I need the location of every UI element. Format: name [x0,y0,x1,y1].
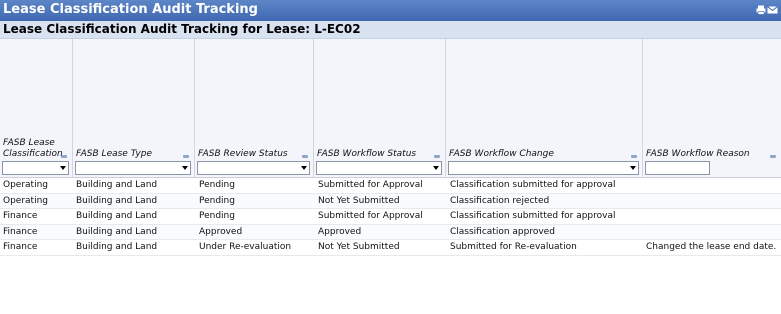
cell-workflow-status: Not Yet Submitted [318,242,400,252]
cell-review-status: Under Re-evaluation [199,242,292,252]
table-row[interactable]: Finance Building and Land Under Re-evalu… [0,240,781,256]
column-lease-type[interactable]: FASB Lease Type [73,39,195,178]
cell-review-status: Pending [199,211,235,221]
column-resize-handle[interactable] [183,155,189,158]
column-workflow-change[interactable]: FASB Workflow Change [446,39,643,178]
table-row[interactable]: Operating Building and Land Pending Subm… [0,178,781,194]
column-header-label: FASB Lease Classification [3,138,63,159]
chevron-down-icon [60,166,66,170]
cell-workflow-change: Classification approved [450,226,555,237]
chevron-down-icon [433,166,439,170]
column-header-label: FASB Lease Type [76,149,152,159]
column-review-status[interactable]: FASB Review Status [195,39,314,178]
column-resize-handle[interactable] [61,155,67,158]
column-workflow-status[interactable]: FASB Workflow Status [314,39,446,178]
cell-workflow-change: Submitted for Re-evaluation [450,242,577,252]
filter-input-workflow-reason[interactable] [645,161,710,175]
cell-workflow-change: Classification submitted for approval [450,211,616,221]
filter-select-workflow-change[interactable] [448,161,639,175]
window-title: Lease Classification Audit Tracking [3,2,258,17]
data-table-body: Operating Building and Land Pending Subm… [0,178,781,256]
cell-review-status: Approved [199,226,243,237]
cell-review-status: Pending [199,180,235,190]
cell-workflow-change: Classification submitted for approval [450,180,616,190]
chevron-down-icon [301,166,307,170]
titlebar-actions [756,5,778,15]
cell-workflow-status: Submitted for Approval [318,211,423,221]
cell-lease-type: Building and Land [76,180,158,190]
cell-lease-type: Building and Land [76,226,158,237]
report-heading: Lease Classification Audit Tracking for … [0,21,781,39]
cell-classification: Operating [3,195,48,206]
table-row[interactable]: Finance Building and Land Pending Submit… [0,209,781,225]
column-resize-handle[interactable] [302,155,308,158]
cell-review-status: Pending [199,195,235,206]
column-header-row: FASB Lease Classification FASB Lease Typ… [0,39,781,178]
table-row[interactable]: Finance Building and Land Approved Appro… [0,224,781,240]
cell-lease-type: Building and Land [76,211,158,221]
cell-workflow-status: Approved [318,226,362,237]
printer-icon[interactable] [756,5,766,15]
envelope-icon[interactable] [767,5,778,15]
cell-lease-type: Building and Land [76,195,158,206]
column-lease-classification[interactable]: FASB Lease Classification [0,39,73,178]
window-titlebar: Lease Classification Audit Tracking [0,0,781,21]
column-resize-handle[interactable] [631,155,637,158]
cell-classification: Operating [3,180,48,190]
column-workflow-reason[interactable]: FASB Workflow Reason [643,39,781,178]
cell-classification: Finance [3,242,38,252]
column-header-label: FASB Review Status [198,149,288,159]
filter-select-workflow-status[interactable] [316,161,442,175]
table-row[interactable]: Operating Building and Land Pending Not … [0,193,781,209]
chevron-down-icon [630,166,636,170]
column-header-label: FASB Workflow Reason [646,149,750,159]
cell-workflow-change: Classification rejected [450,195,550,206]
column-resize-handle[interactable] [770,155,776,158]
filter-select-lease-type[interactable] [75,161,191,175]
column-resize-handle[interactable] [434,155,440,158]
filter-select-lease-classification[interactable] [2,161,69,175]
chevron-down-icon [182,166,188,170]
cell-lease-type: Building and Land [76,242,158,252]
cell-classification: Finance [3,211,38,221]
cell-workflow-status: Not Yet Submitted [318,195,400,206]
column-header-label: FASB Workflow Change [449,149,554,159]
column-header-label: FASB Workflow Status [317,149,417,159]
cell-workflow-status: Submitted for Approval [318,180,423,190]
cell-classification: Finance [3,226,38,237]
cell-workflow-reason: Changed the lease end date. [646,242,777,252]
filter-select-review-status[interactable] [197,161,310,175]
